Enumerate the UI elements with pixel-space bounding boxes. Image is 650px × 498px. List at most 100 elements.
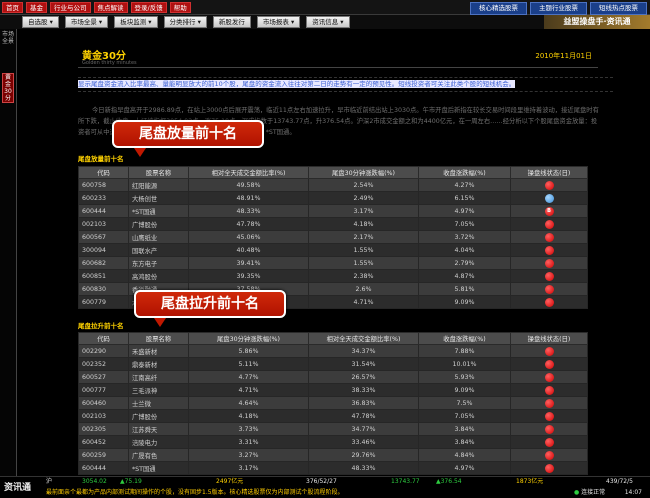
- nav-button[interactable]: 市场全景 ▾: [64, 16, 109, 28]
- close-change-cell: 7.05%: [418, 409, 511, 423]
- nav-button[interactable]: 新股发行: [212, 16, 251, 28]
- signal-dot-icon[interactable]: [544, 193, 554, 203]
- metric-cell: 4.18%: [308, 217, 419, 231]
- top-right-button[interactable]: 核心精选股票: [470, 2, 527, 15]
- signal-dot-icon[interactable]: [544, 359, 554, 369]
- nav-button[interactable]: 分类排行 ▾: [163, 16, 207, 28]
- metric-cell: 31.54%: [308, 357, 419, 371]
- stock-code: 002103: [78, 217, 129, 231]
- table-row[interactable]: 002103 广博股份 4.18% 47.78% 7.05%: [78, 409, 588, 423]
- nav-button[interactable]: 自选股 ▾: [22, 16, 59, 28]
- table-row[interactable]: 600527 江南高纤 4.77% 26.57% 5.93%: [78, 370, 588, 384]
- table-row[interactable]: 600452 涪陵电力 3.31% 33.46% 3.84%: [78, 435, 588, 449]
- signal-dot-icon[interactable]: [544, 398, 554, 408]
- signal-dot-icon[interactable]: [544, 232, 554, 242]
- table-row[interactable]: 600259 广晟有色 3.27% 29.76% 4.84%: [78, 448, 588, 462]
- table-row[interactable]: 600758 红阳能源 49.58% 2.54% 4.27%: [78, 178, 588, 192]
- signal-dot-icon[interactable]: [544, 450, 554, 460]
- top-menu-item[interactable]: 帮助: [169, 2, 191, 13]
- signal-dot-icon[interactable]: [544, 346, 554, 356]
- table-row[interactable]: 300094 国联水产 40.48% 1.55% 4.04%: [78, 243, 588, 257]
- table-row[interactable]: 002352 鼎泰新材 5.11% 31.54% 10.01%: [78, 357, 588, 371]
- table-row[interactable]: 002290 禾盛新材 5.86% 34.37% 7.88%: [78, 344, 588, 358]
- top-right-button[interactable]: 短线热点股票: [590, 2, 647, 15]
- signal-dot-icon[interactable]: [544, 437, 554, 447]
- table-row[interactable]: 600851 高鸿股份 39.35% 2.38% 4.87%: [78, 269, 588, 283]
- top-menu: 首页 基金 行业与公司 焦点解读 登录/反馈 帮助: [2, 2, 191, 13]
- signal-dot-icon[interactable]: B: [544, 206, 554, 216]
- rail-tab-market-overview[interactable]: 市场全景: [2, 31, 14, 45]
- top-menu-item[interactable]: 基金: [26, 2, 47, 13]
- metric-cell: 47.78%: [188, 217, 309, 231]
- signal-dot-icon[interactable]: [544, 385, 554, 395]
- signal-dot-icon[interactable]: [544, 271, 554, 281]
- stock-name: 广博股份: [128, 217, 189, 231]
- signal-dot-icon[interactable]: [544, 463, 554, 473]
- nav-button[interactable]: 资讯信息 ▾: [306, 16, 350, 28]
- top-menu-item[interactable]: 首页: [2, 2, 23, 13]
- top-menu-item[interactable]: 登录/反馈: [130, 2, 167, 13]
- column-header[interactable]: 代码: [78, 166, 129, 179]
- column-header[interactable]: 尾盘30分钟涨跌幅(%): [308, 166, 419, 179]
- table-row[interactable]: 600567 山鹰纸业 45.06% 2.17% 3.72%: [78, 230, 588, 244]
- stock-name: 国联水产: [128, 243, 189, 257]
- signal-cell: [510, 344, 588, 358]
- table-row[interactable]: 000777 三毛派神 4.71% 38.33% 9.09%: [78, 383, 588, 397]
- top-menu-item[interactable]: 行业与公司: [50, 2, 91, 13]
- stock-code: 600830: [78, 282, 129, 296]
- close-change-cell: 9.09%: [418, 295, 511, 309]
- table-row[interactable]: 002305 江苏舜天 3.73% 34.77% 3.84%: [78, 422, 588, 436]
- stock-code: 600233: [78, 191, 129, 205]
- signal-dot-icon[interactable]: [544, 284, 554, 294]
- table-row[interactable]: 600460 士兰微 4.64% 36.83% 7.5%: [78, 396, 588, 410]
- rail-tab-golden-30[interactable]: 黄金30分: [2, 73, 14, 103]
- column-header[interactable]: 操盘线状态(日): [510, 332, 588, 345]
- signal-dot-icon[interactable]: [544, 372, 554, 382]
- column-header[interactable]: 相对全天成交金额比率(%): [308, 332, 419, 345]
- connection-text: 连接正常: [581, 489, 606, 496]
- table-row[interactable]: 600682 东方电子 39.41% 1.55% 2.79%: [78, 256, 588, 270]
- signal-dot-icon[interactable]: [544, 180, 554, 190]
- side-rail: 市场全景 黄金30分: [0, 29, 17, 476]
- close-change-cell: 4.84%: [418, 448, 511, 462]
- column-header[interactable]: 收盘涨跌幅(%): [418, 332, 511, 345]
- metric-cell: 39.35%: [188, 269, 309, 283]
- callout-rally-text: 尾盘拉升前十名: [161, 296, 259, 312]
- news-ticker[interactable]: 最前面亲个最都为产品内部测试期间操作的个股，没有固步1.5版本。核心精选股票仅为…: [46, 489, 344, 496]
- stock-code: 600444: [78, 204, 129, 218]
- column-header[interactable]: 收盘涨跌幅(%): [418, 166, 511, 179]
- signal-dot-icon[interactable]: [544, 297, 554, 307]
- callout-volume-text: 尾盘放量前十名: [139, 126, 237, 142]
- signal-dot-icon[interactable]: [544, 424, 554, 434]
- sh-amount: 2497亿元: [216, 478, 244, 485]
- signal-cell: [510, 243, 588, 257]
- top-menu-item[interactable]: 焦点解读: [93, 2, 128, 13]
- signal-cell: [510, 396, 588, 410]
- column-header[interactable]: 股票名称: [128, 166, 189, 179]
- stock-code: 600682: [78, 256, 129, 270]
- column-header[interactable]: 股票名称: [128, 332, 189, 345]
- signal-dot-icon[interactable]: [544, 245, 554, 255]
- close-change-cell: 3.84%: [418, 422, 511, 436]
- table-row[interactable]: 600444 *ST国通 48.33% 3.17% 4.97% B: [78, 204, 588, 218]
- signal-cell: [510, 269, 588, 283]
- signal-dot-icon[interactable]: [544, 219, 554, 229]
- nav-button[interactable]: 板块监测 ▾: [114, 16, 158, 28]
- title-divider: [78, 67, 598, 68]
- column-header[interactable]: 操盘线状态(日): [510, 166, 588, 179]
- nav-button[interactable]: 市场报表 ▾: [256, 16, 301, 28]
- table-row[interactable]: 600444 *ST国通 3.17% 48.33% 4.97%: [78, 461, 588, 475]
- signal-cell: [510, 370, 588, 384]
- column-header[interactable]: 相对全天成交金额比率(%): [188, 166, 309, 179]
- stock-name: 鼎泰新材: [128, 357, 189, 371]
- column-header[interactable]: 代码: [78, 332, 129, 345]
- table-row[interactable]: 600233 大杨创世 48.91% 2.49% 6.15%: [78, 191, 588, 205]
- nav-buttons: 自选股 ▾ 市场全景 ▾ 板块监测 ▾ 分类排行 ▾ 新股发行 市场报表 ▾ 资讯信息 ▾: [22, 16, 350, 28]
- signal-dot-icon[interactable]: [544, 258, 554, 268]
- table-row[interactable]: 002103 广博股份 47.78% 4.18% 7.05%: [78, 217, 588, 231]
- column-header[interactable]: 尾盘30分钟涨跌幅(%): [188, 332, 309, 345]
- signal-dot-icon[interactable]: [544, 411, 554, 421]
- top-right-button[interactable]: 主题行业股票: [530, 2, 587, 15]
- metric-cell: 2.54%: [308, 178, 419, 192]
- metric-cell: 38.33%: [308, 383, 419, 397]
